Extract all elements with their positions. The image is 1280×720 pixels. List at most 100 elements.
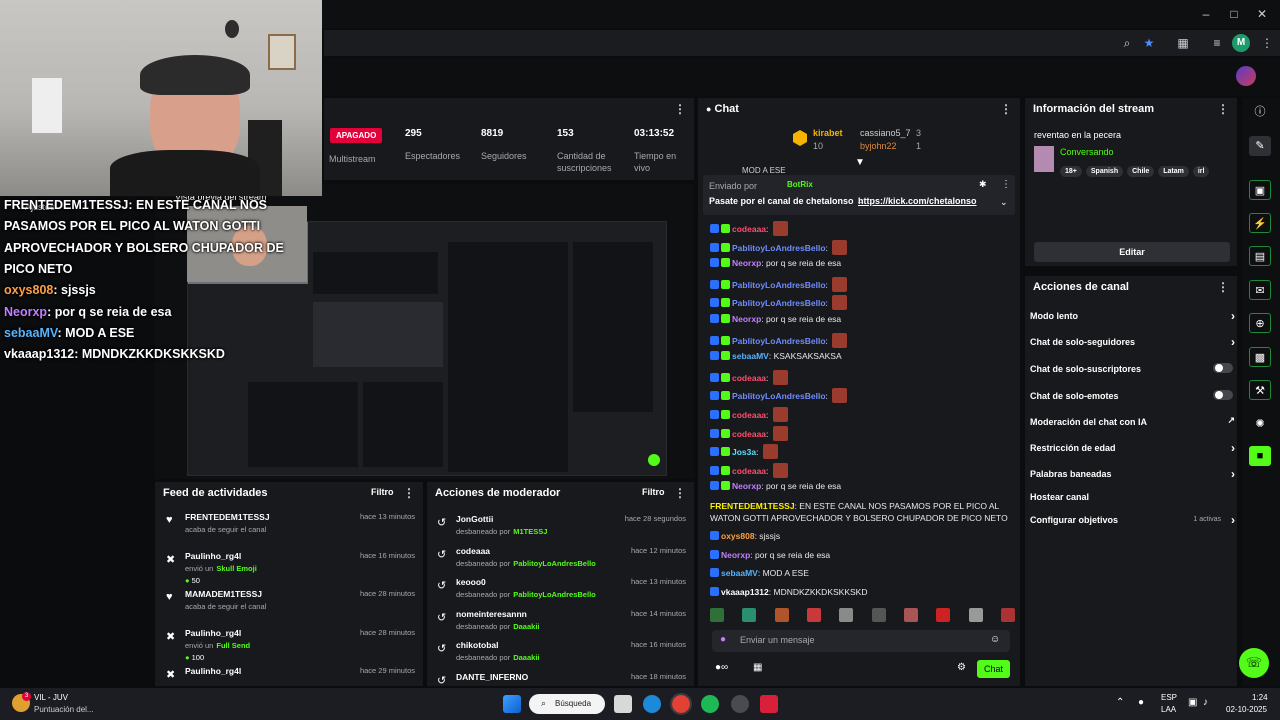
emote-icon[interactable] [839,608,854,622]
emote-icon[interactable] [806,608,821,622]
chat-username[interactable]: Neorxp [732,258,761,268]
network-icon[interactable]: ✺ [1249,414,1271,434]
emote-icon[interactable] [710,608,724,622]
chat-message[interactable]: Neorxp: por q se reia de esa [710,549,1015,561]
collapse-icon[interactable]: ▼ [855,157,865,168]
chat-message[interactable]: Jos3a: [710,444,1015,460]
emote-icon[interactable] [968,608,983,622]
volume-icon[interactable]: ♪ [1203,697,1208,708]
chat-username[interactable]: Neorxp [732,314,761,324]
extensions-icon[interactable]: ▦ [1174,34,1192,52]
document-icon[interactable]: ▤ [1249,246,1271,266]
edge-icon[interactable] [643,695,661,713]
channel-action-row[interactable]: Chat de solo-suscriptores [1030,363,1235,374]
chat-settings-icon[interactable]: ⚙ [957,662,966,673]
chat-username[interactable]: PablitoyLoAndresBello [732,336,826,346]
channel-action-row[interactable]: Chat de solo-emotes [1030,390,1235,401]
channel-action-row[interactable]: Restricción de edad › [1030,441,1235,455]
mod-action-item[interactable]: codeaaa hace 12 minutos desbaneado por Pabl… [456,546,686,568]
chat-username[interactable]: codeaaa [732,429,766,439]
pinned-link[interactable]: https://kick.com/chetalonso [858,196,977,206]
chat-username[interactable]: codeaaa [732,466,766,476]
activity-more-icon[interactable]: ⋮ [403,486,415,500]
chat-username[interactable]: PablitoyLoAndresBello [732,298,826,308]
chat-username[interactable]: PablitoyLoAndresBello [732,391,826,401]
mod-action-item[interactable]: nomeinteresannn hace 14 minutos desbaneado… [456,609,686,631]
channel-action-row[interactable]: Palabras baneadas › [1030,467,1235,481]
mod-action-by[interactable]: PablitoyLoAndresBello [513,559,596,568]
wrench-icon[interactable]: ⚒ [1249,380,1271,400]
mod-more-icon[interactable]: ⋮ [674,486,686,500]
mod-action-by[interactable]: Daaakii [513,653,539,662]
chat-bubble-icon[interactable]: ✉ [1249,280,1271,300]
obs-icon[interactable] [731,695,749,713]
maximize-icon[interactable]: □ [1226,6,1242,22]
lang-layout[interactable]: LAA [1161,705,1176,714]
chat-username[interactable]: Jos3a [732,447,756,457]
emote-icon[interactable] [774,608,789,622]
toggle-switch[interactable] [1213,363,1233,373]
minimize-icon[interactable]: – [1198,6,1214,22]
support-button[interactable]: ☏ [1239,648,1269,678]
gift-store-icon[interactable]: ▦ [753,662,762,673]
chat-message[interactable]: codeaaa: [710,221,1015,236]
tag[interactable]: Spanish [1085,166,1124,177]
mod-action-item[interactable]: chikotobal hace 16 minutos desbaneado por D… [456,640,686,662]
chat-message[interactable]: Neorxp: por q se reia de esa [710,258,1015,269]
mic-tray-icon[interactable]: ● [1138,697,1144,708]
clock-date[interactable]: 02-10-2025 [1226,705,1267,714]
info-icon[interactable]: ⓘ [1249,102,1271,122]
weather-title[interactable]: VIL - JUV [34,693,68,702]
chat-message[interactable]: PablitoyLoAndresBello: [710,295,1015,311]
chat-message[interactable]: sebaaMV: KSAKSAKSAKSA [710,351,1015,362]
chat-username[interactable]: PablitoyLoAndresBello [732,243,826,253]
tag[interactable]: Chile [1127,166,1155,177]
chat-message[interactable]: codeaaa: [710,425,1015,441]
taskbar-search[interactable]: ⌕ Búsqueda [529,694,605,714]
zoom-icon[interactable]: ⌕ [1118,34,1136,52]
activity-filter-button[interactable]: Filtro [371,487,394,497]
weather-sub[interactable]: Puntuación del... [34,705,94,714]
chat-message[interactable]: codeaaa: [710,462,1015,478]
tag[interactable]: 18+ [1060,166,1082,177]
emote-icon[interactable] [871,608,886,622]
lang-code[interactable]: ESP [1161,693,1177,702]
send-button[interactable]: Chat [977,660,1010,678]
mod-action-item[interactable]: JonGottii hace 28 segundos desbaneado por M… [456,514,686,536]
chat-message[interactable]: PablitoyLoAndresBello: [710,388,1015,404]
edit-icon[interactable]: ✎ [1249,136,1271,156]
tray-expand-icon[interactable]: ⌃ [1116,697,1124,708]
chat-tools-icon[interactable]: ●∞ [715,662,728,673]
emoji-icon[interactable]: ☺ [990,634,1000,645]
channel-actions-more-icon[interactable]: ⋮ [1217,280,1229,294]
chat-username[interactable]: vkaaap1312 [721,587,769,597]
more-icon[interactable]: ⋮ [674,102,686,116]
chat-username[interactable]: PablitoyLoAndresBello [732,280,826,290]
pin-icon[interactable]: ✱ [979,179,987,190]
chat-username[interactable]: Neorxp [721,550,750,560]
chat-username[interactable]: sebaaMV [721,568,758,578]
chat-username[interactable]: codeaaa [732,373,766,383]
chat-message[interactable]: PablitoyLoAndresBello: [710,239,1015,255]
activity-item[interactable]: Paulinho_rg4l hace 29 minutos [185,666,415,676]
pinned-message[interactable]: Enviado por BotRix Pasate por el canal d… [703,175,1015,215]
pinned-more-icon[interactable]: ⋮ [1001,179,1011,190]
profile-icon[interactable]: M [1232,34,1250,52]
chat-message[interactable]: vkaaap1312: MDNDKZKKDKSKKSKD [710,586,1015,598]
activity-item[interactable]: FRENTEDEM1TESSJ hace 13 minutos acaba de s… [185,512,415,534]
chat-message[interactable]: Neorxp: por q se reia de esa [710,314,1015,325]
emote-icon[interactable] [903,608,918,622]
file-explorer-icon[interactable] [614,695,632,713]
mod-action-by[interactable]: PablitoyLoAndresBello [513,590,596,599]
bolt-icon[interactable]: ⚡ [1249,213,1271,233]
activity-item[interactable]: Paulinho_rg4l hace 16 minutos envió un Skul… [185,551,415,585]
tag[interactable]: irl [1192,166,1210,177]
channel-action-row[interactable]: Hostear canal [1030,492,1235,502]
close-icon[interactable]: ✕ [1254,6,1270,22]
chat-username[interactable]: codeaaa [732,224,766,234]
activity-item[interactable]: Paulinho_rg4l hace 28 minutos envió un Full… [185,628,415,662]
database-icon[interactable]: ▩ [1249,347,1271,367]
chrome-icon[interactable] [670,693,692,715]
chat-message[interactable]: Neorxp: por q se reia de esa [710,481,1015,492]
chat-message[interactable]: codeaaa: [710,407,1015,422]
